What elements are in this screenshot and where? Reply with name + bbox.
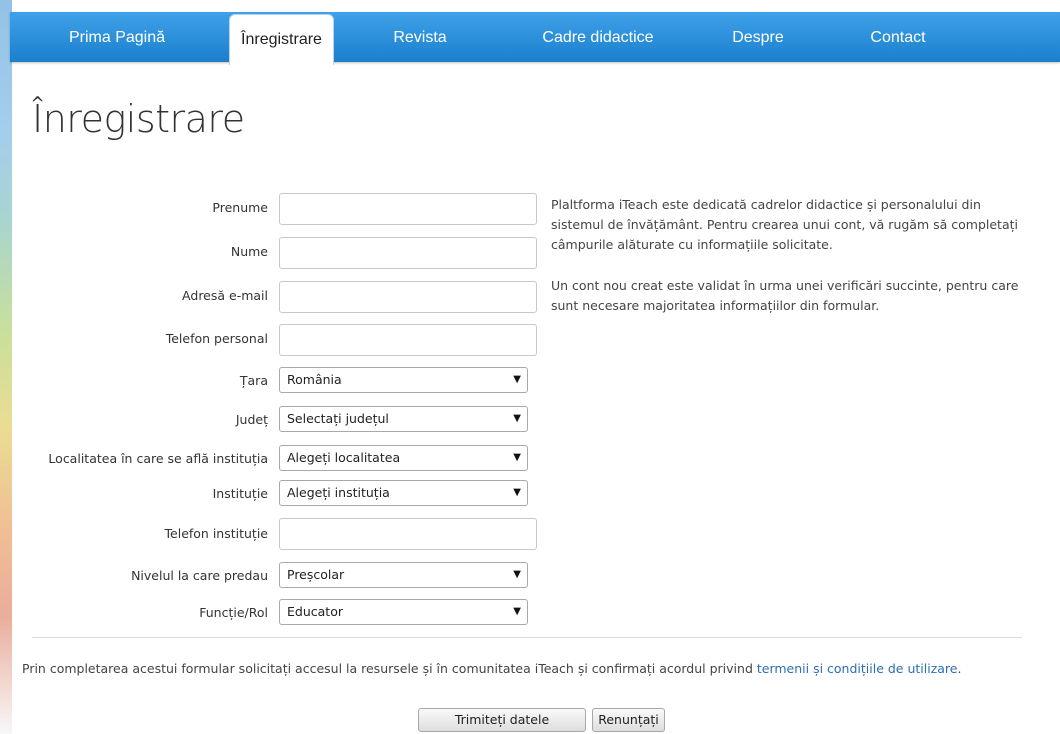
chevron-down-icon: ▼	[513, 452, 521, 463]
terms-link[interactable]: termenii și condițiile de utilizare	[757, 661, 958, 676]
tara-selected-value: România	[287, 372, 342, 387]
info-paragraph-1: Plaltforma iTeach este dedicată cadrelor…	[551, 197, 1018, 252]
nav-item-despre[interactable]: Despre	[698, 12, 818, 62]
info-paragraph-2: Un cont nou creat este validat în urma u…	[551, 278, 1019, 313]
nav-item-contact[interactable]: Contact	[838, 12, 958, 62]
functie-selected-value: Educator	[287, 604, 343, 619]
localitate-select[interactable]: Alegeți localitatea ▼	[279, 445, 528, 471]
page-title: Înregistrare	[32, 97, 245, 141]
chevron-down-icon: ▼	[513, 413, 521, 424]
judet-select[interactable]: Selectați județul ▼	[279, 406, 528, 432]
telefon-personal-label: Telefon personal	[165, 331, 268, 346]
telefon-institutie-input[interactable]	[279, 518, 537, 550]
functie-select[interactable]: Educator ▼	[279, 599, 528, 625]
nivel-label: Nivelul la care predau	[131, 568, 268, 583]
institutie-select[interactable]: Alegeți instituția ▼	[279, 480, 528, 506]
nav-item-revista[interactable]: Revista	[360, 12, 480, 62]
chevron-down-icon: ▼	[513, 569, 521, 580]
divider	[32, 637, 1022, 638]
terms-text: Prin completarea acestui formular solici…	[22, 661, 961, 676]
functie-label: Funcție/Rol	[199, 605, 268, 620]
cancel-button[interactable]: Renunțați	[592, 708, 665, 732]
nume-label: Nume	[230, 244, 268, 259]
institutie-label: Instituție	[212, 486, 268, 501]
chevron-down-icon: ▼	[513, 606, 521, 617]
tara-select[interactable]: România ▼	[279, 367, 528, 393]
telefon-institutie-label: Telefon instituție	[164, 526, 268, 541]
terms-suffix: .	[957, 661, 962, 676]
chevron-down-icon: ▼	[513, 487, 521, 498]
terms-sentence: Prin completarea acestui formular solici…	[22, 661, 757, 676]
prenume-label: Prenume	[212, 200, 268, 215]
nivel-selected-value: Preșcolar	[287, 567, 345, 582]
localitate-selected-value: Alegeți localitatea	[287, 450, 401, 465]
email-input[interactable]	[279, 281, 537, 313]
decorative-side-strip	[0, 0, 12, 734]
nume-input[interactable]	[279, 237, 537, 269]
nav-item-inregistrare[interactable]: Înregistrare	[229, 14, 334, 65]
chevron-down-icon: ▼	[513, 374, 521, 385]
localitate-label: Localitatea în care se află instituția	[48, 451, 268, 466]
judet-selected-value: Selectați județul	[287, 411, 389, 426]
main-nav: Prima Pagină Înregistrare Revista Cadre …	[10, 12, 1060, 65]
nivel-select[interactable]: Preșcolar ▼	[279, 562, 528, 588]
telefon-personal-input[interactable]	[279, 324, 537, 356]
nav-item-prima-pagina[interactable]: Prima Pagină	[32, 12, 202, 62]
institutie-selected-value: Alegeți instituția	[287, 485, 390, 500]
prenume-input[interactable]	[279, 193, 537, 225]
submit-button[interactable]: Trimiteți datele	[418, 708, 586, 732]
tara-label: Țara	[239, 373, 268, 388]
judet-label: Județ	[235, 412, 268, 427]
nav-item-cadre-didactice[interactable]: Cadre didactice	[513, 12, 683, 62]
email-label: Adresă e-mail	[182, 288, 268, 303]
